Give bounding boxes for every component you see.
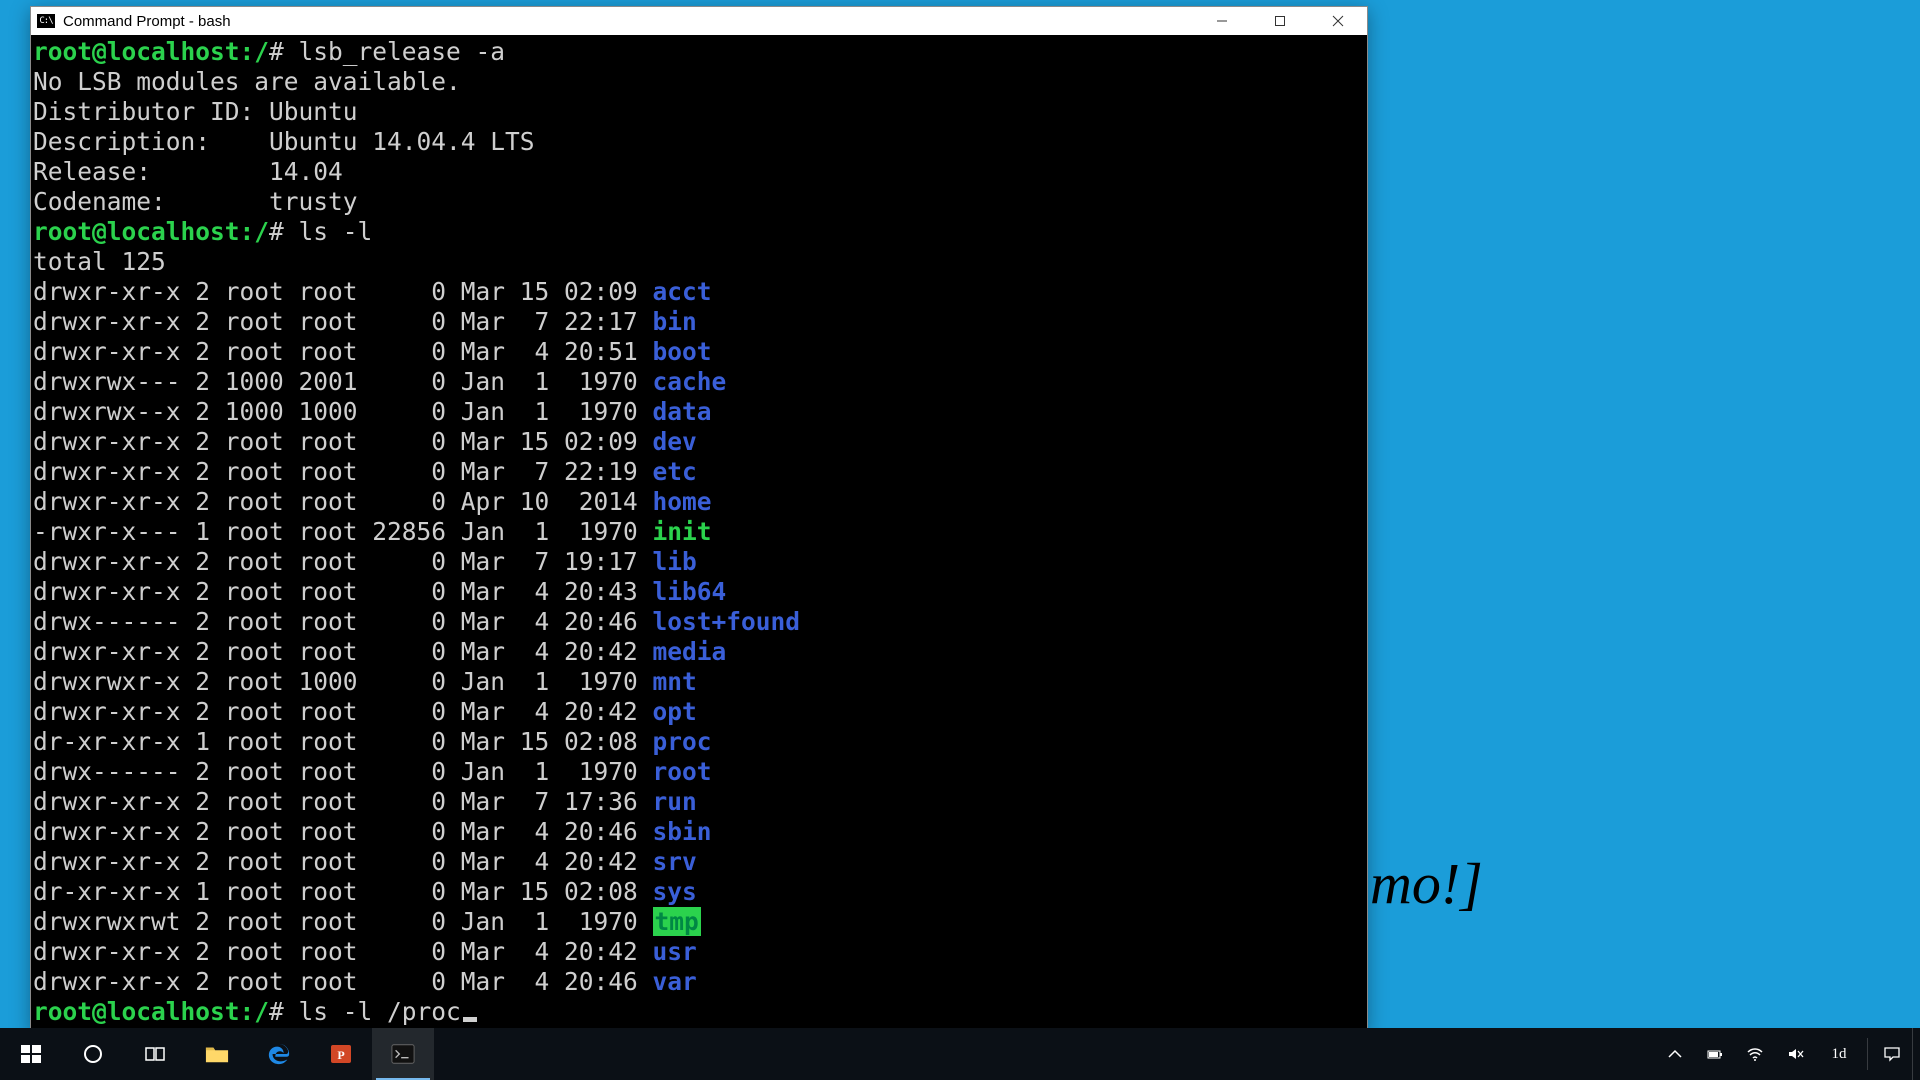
wifi-tray-icon[interactable] <box>1735 1028 1775 1080</box>
powerpoint-icon: P <box>329 1042 353 1066</box>
show-desktop-button[interactable] <box>1912 1028 1920 1080</box>
clock-tray[interactable]: 1d <box>1815 1028 1863 1080</box>
start-button[interactable] <box>0 1028 62 1080</box>
notification-icon <box>1883 1045 1901 1063</box>
background-presentation-text: mo!] <box>1370 850 1483 917</box>
taskbar: P 1d <box>0 1028 1920 1080</box>
task-view-button[interactable] <box>124 1028 186 1080</box>
battery-icon <box>1706 1045 1724 1063</box>
close-button[interactable] <box>1309 7 1367 35</box>
battery-tray-icon[interactable] <box>1695 1028 1735 1080</box>
edge-button[interactable] <box>248 1028 310 1080</box>
action-center-button[interactable] <box>1872 1028 1912 1080</box>
cortana-icon <box>81 1042 105 1066</box>
terminal-output[interactable]: root@localhost:/# lsb_release -a No LSB … <box>31 35 1367 1031</box>
maximize-button[interactable] <box>1251 7 1309 35</box>
wifi-icon <box>1746 1045 1764 1063</box>
tray-separator <box>1867 1038 1868 1070</box>
folder-icon <box>205 1042 229 1066</box>
command-prompt-taskbar-button[interactable] <box>372 1028 434 1080</box>
windows-icon <box>19 1042 43 1066</box>
minimize-button[interactable] <box>1193 7 1251 35</box>
edge-icon <box>267 1042 291 1066</box>
tray-overflow-button[interactable] <box>1655 1028 1695 1080</box>
terminal-icon <box>391 1042 415 1066</box>
volume-mute-icon <box>1786 1045 1804 1063</box>
chevron-up-icon <box>1666 1045 1684 1063</box>
task-view-icon <box>143 1042 167 1066</box>
file-explorer-button[interactable] <box>186 1028 248 1080</box>
window-title: Command Prompt - bash <box>63 13 231 30</box>
command-prompt-window: C:\ Command Prompt - bash root@localhost… <box>30 6 1368 1032</box>
powerpoint-button[interactable]: P <box>310 1028 372 1080</box>
cortana-button[interactable] <box>62 1028 124 1080</box>
volume-tray-icon[interactable] <box>1775 1028 1815 1080</box>
cmd-icon: C:\ <box>37 14 55 28</box>
titlebar[interactable]: C:\ Command Prompt - bash <box>31 7 1367 35</box>
svg-text:P: P <box>337 1048 344 1062</box>
